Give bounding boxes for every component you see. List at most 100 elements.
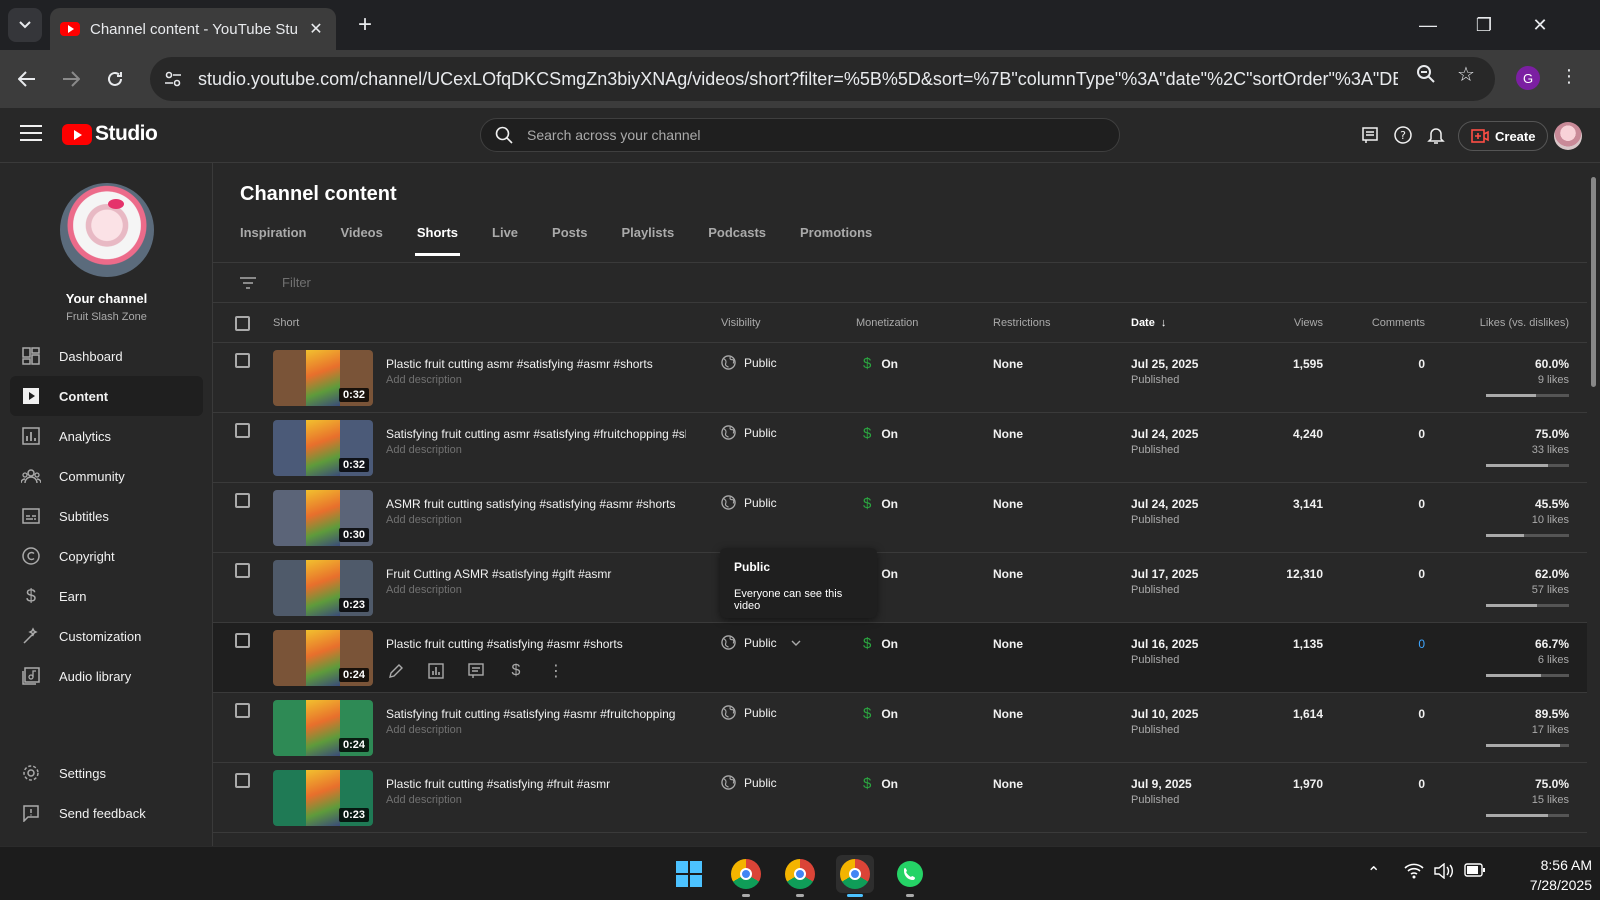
- browser-tab[interactable]: Channel content - YouTube Stu ✕: [50, 8, 336, 50]
- sidebar-item-copyright[interactable]: Copyright: [10, 536, 203, 576]
- video-title[interactable]: ASMR fruit cutting satisfying #satisfyin…: [386, 497, 686, 511]
- video-thumbnail[interactable]: 0:32: [273, 420, 373, 476]
- chevron-up-icon[interactable]: ⌃: [1367, 863, 1380, 883]
- sidebar-item-earn[interactable]: $ Earn: [10, 576, 203, 616]
- monetization-status[interactable]: $ On: [863, 355, 898, 372]
- sidebar-item-analytics[interactable]: Analytics: [10, 416, 203, 456]
- channel-avatar[interactable]: [60, 183, 154, 277]
- monetization-status[interactable]: $ On: [863, 635, 898, 652]
- analytics-icon[interactable]: [426, 661, 446, 681]
- comments-link[interactable]: 0: [1418, 637, 1425, 651]
- address-bar[interactable]: studio.youtube.com/channel/UCexLOfqDKCSm…: [150, 57, 1495, 101]
- tab-close-icon[interactable]: ✕: [306, 19, 326, 39]
- more-options-icon[interactable]: ⋮: [546, 661, 566, 681]
- create-button[interactable]: Create: [1458, 121, 1549, 151]
- select-all-checkbox[interactable]: [235, 316, 250, 331]
- video-thumbnail[interactable]: 0:23: [273, 560, 373, 616]
- forward-button[interactable]: [56, 64, 86, 94]
- row-checkbox[interactable]: [235, 633, 250, 648]
- messages-icon[interactable]: [1359, 124, 1381, 146]
- video-description[interactable]: Add description: [386, 584, 462, 596]
- column-header-date[interactable]: Date ↓: [1131, 317, 1166, 329]
- visibility-status[interactable]: Public: [721, 355, 777, 370]
- row-checkbox[interactable]: [235, 493, 250, 508]
- row-checkbox[interactable]: [235, 423, 250, 438]
- wifi-icon[interactable]: [1404, 863, 1424, 884]
- video-thumbnail[interactable]: 0:30: [273, 490, 373, 546]
- video-description[interactable]: Add description: [386, 724, 462, 736]
- menu-icon[interactable]: [20, 125, 42, 145]
- table-row[interactable]: 0:32 Plastic fruit cutting asmr #satisfy…: [213, 343, 1587, 413]
- volume-icon[interactable]: [1434, 862, 1454, 884]
- chrome-app-icon[interactable]: [781, 855, 819, 897]
- account-avatar[interactable]: [1554, 122, 1582, 150]
- monetization-dollar-icon[interactable]: $: [506, 661, 526, 681]
- table-row[interactable]: 0:23 Plastic fruit cutting #satisfying #…: [213, 763, 1587, 833]
- reload-button[interactable]: [100, 64, 130, 94]
- windows-start-icon[interactable]: [670, 855, 708, 893]
- sidebar-item-community[interactable]: Community: [10, 456, 203, 496]
- tab-videos[interactable]: Videos: [340, 225, 382, 255]
- monetization-status[interactable]: $ On: [863, 775, 898, 792]
- browser-profile-avatar[interactable]: G: [1516, 66, 1540, 90]
- sidebar-item-send-feedback[interactable]: Send feedback: [10, 793, 203, 833]
- video-thumbnail[interactable]: 0:24: [273, 700, 373, 756]
- scrollbar[interactable]: [1587, 163, 1600, 846]
- search-input[interactable]: [527, 127, 1087, 143]
- browser-menu-icon[interactable]: ⋮: [1560, 66, 1578, 87]
- help-icon[interactable]: ?: [1392, 124, 1414, 146]
- tab-inspiration[interactable]: Inspiration: [240, 225, 306, 255]
- video-title[interactable]: Satisfying fruit cutting #satisfying #as…: [386, 707, 686, 721]
- search-bar[interactable]: [480, 118, 1120, 152]
- monetization-status[interactable]: $ On: [863, 425, 898, 442]
- edit-pencil-icon[interactable]: [386, 661, 406, 681]
- tab-podcasts[interactable]: Podcasts: [708, 225, 766, 255]
- url-text[interactable]: studio.youtube.com/channel/UCexLOfqDKCSm…: [198, 69, 1398, 90]
- visibility-status[interactable]: Public: [721, 775, 777, 790]
- window-close-button[interactable]: ✕: [1520, 10, 1560, 40]
- chrome-app-icon-active[interactable]: [836, 855, 874, 897]
- site-settings-icon[interactable]: [162, 68, 184, 90]
- table-row[interactable]: 0:24 Plastic fruit cutting #satisfying #…: [213, 623, 1587, 693]
- video-thumbnail[interactable]: 0:24: [273, 630, 373, 686]
- video-description[interactable]: Add description: [386, 514, 462, 526]
- back-button[interactable]: [12, 64, 42, 94]
- tab-shorts[interactable]: Shorts: [414, 225, 461, 256]
- video-title[interactable]: Fruit Cutting ASMR #satisfying #gift #as…: [386, 567, 686, 581]
- row-checkbox[interactable]: [235, 773, 250, 788]
- table-row[interactable]: 0:24 Satisfying fruit cutting #satisfyin…: [213, 693, 1587, 763]
- video-description[interactable]: Add description: [386, 794, 462, 806]
- filter-icon[interactable]: [240, 276, 256, 290]
- video-description[interactable]: Add description: [386, 444, 462, 456]
- filter-bar[interactable]: Filter: [213, 263, 1587, 303]
- sidebar-item-settings[interactable]: Settings: [10, 753, 203, 793]
- visibility-status[interactable]: Public: [721, 705, 777, 720]
- notifications-bell-icon[interactable]: [1425, 124, 1447, 146]
- monetization-status[interactable]: $ On: [863, 705, 898, 722]
- row-checkbox[interactable]: [235, 353, 250, 368]
- tab-list-button[interactable]: [8, 8, 42, 42]
- monetization-status[interactable]: $ On: [863, 495, 898, 512]
- sidebar-item-audio-library[interactable]: Audio library: [10, 656, 203, 696]
- bookmark-star-icon[interactable]: ☆: [1454, 62, 1478, 86]
- video-title[interactable]: Plastic fruit cutting asmr #satisfying #…: [386, 357, 686, 371]
- visibility-status[interactable]: Public: [721, 425, 777, 440]
- chrome-app-icon[interactable]: [727, 855, 765, 897]
- tab-promotions[interactable]: Promotions: [800, 225, 872, 255]
- minimize-button[interactable]: —: [1408, 10, 1448, 40]
- video-thumbnail[interactable]: 0:23: [273, 770, 373, 826]
- scrollbar-thumb[interactable]: [1591, 177, 1596, 387]
- video-thumbnail[interactable]: 0:32: [273, 350, 373, 406]
- video-title[interactable]: Plastic fruit cutting #satisfying #fruit…: [386, 777, 686, 791]
- row-checkbox[interactable]: [235, 703, 250, 718]
- filter-input[interactable]: Filter: [282, 275, 311, 290]
- tab-live[interactable]: Live: [492, 225, 518, 255]
- studio-logo[interactable]: Studio: [62, 122, 158, 146]
- video-description[interactable]: Add description: [386, 374, 462, 386]
- tab-playlists[interactable]: Playlists: [621, 225, 674, 255]
- visibility-dropdown[interactable]: Public: [721, 635, 801, 650]
- video-title[interactable]: Plastic fruit cutting #satisfying #asmr …: [386, 637, 686, 651]
- whatsapp-icon[interactable]: [891, 855, 929, 897]
- table-row[interactable]: 0:32 Satisfying fruit cutting asmr #sati…: [213, 413, 1587, 483]
- zoom-icon[interactable]: [1414, 62, 1438, 86]
